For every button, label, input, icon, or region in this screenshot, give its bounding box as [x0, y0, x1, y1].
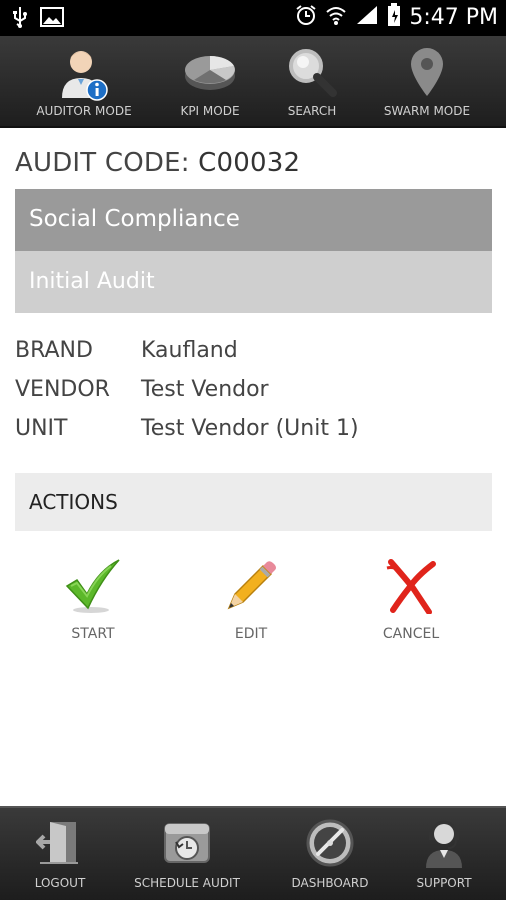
usb-icon: [12, 6, 28, 32]
checkmark-icon: [63, 558, 123, 618]
clock: 5:47 PM: [409, 4, 498, 30]
map-pin-icon: [407, 36, 447, 104]
image-icon: [40, 7, 64, 31]
start-label: START: [71, 626, 115, 642]
status-bar: 5:47 PM: [0, 0, 506, 36]
bottom-toolbar: LOGOUT SCHEDULE AUDIT DASHBOARD SUPPORT: [0, 806, 506, 900]
red-x-icon: [383, 558, 439, 618]
auditor-icon: [59, 36, 109, 106]
detail-value: Test Vendor (Unit 1): [141, 416, 359, 441]
audit-subtype-band: Initial Audit: [15, 251, 492, 313]
support-headset-icon: [420, 808, 468, 874]
audit-subtype: Initial Audit: [29, 269, 155, 294]
dashboard-gauge-icon: [304, 808, 356, 872]
auditor-mode-button[interactable]: AUDITOR MODE: [24, 36, 144, 128]
alarm-icon: [295, 4, 317, 30]
search-button[interactable]: SEARCH: [262, 36, 362, 128]
audit-type: Social Compliance: [29, 206, 240, 232]
pie-chart-icon: [182, 36, 238, 100]
detail-value: Kaufland: [141, 338, 238, 363]
search-label: SEARCH: [287, 104, 337, 118]
audit-code: AUDIT CODE: C00032: [15, 148, 300, 178]
logout-label: LOGOUT: [34, 876, 86, 890]
audit-type-band: Social Compliance: [15, 189, 492, 251]
edit-label: EDIT: [234, 626, 268, 642]
schedule-audit-label: SCHEDULE AUDIT: [134, 876, 240, 890]
detail-key: UNIT: [15, 416, 68, 441]
edit-button[interactable]: EDIT: [196, 558, 306, 658]
actions-title: ACTIONS: [29, 490, 118, 514]
support-button[interactable]: SUPPORT: [402, 808, 486, 900]
actions-header: ACTIONS: [15, 473, 492, 531]
detail-key: BRAND: [15, 338, 93, 363]
search-icon: [286, 36, 338, 102]
support-label: SUPPORT: [416, 876, 472, 890]
top-toolbar: AUDITOR MODE KPI MODE SEARCH SWARM MODE: [0, 36, 506, 128]
kpi-mode-button[interactable]: KPI MODE: [160, 36, 260, 128]
auditor-mode-label: AUDITOR MODE: [36, 104, 132, 118]
kpi-mode-label: KPI MODE: [180, 104, 240, 118]
audit-code-label: AUDIT CODE:: [15, 148, 190, 178]
cancel-button[interactable]: CANCEL: [356, 558, 466, 658]
detail-value: Test Vendor: [141, 377, 269, 402]
battery-icon: [387, 3, 401, 31]
pencil-icon: [223, 558, 279, 618]
schedule-audit-button[interactable]: SCHEDULE AUDIT: [128, 808, 246, 900]
signal-icon: [355, 4, 379, 30]
swarm-mode-label: SWARM MODE: [383, 104, 471, 118]
detail-key: VENDOR: [15, 377, 110, 402]
start-button[interactable]: START: [38, 558, 148, 658]
audit-code-value: C00032: [198, 148, 301, 178]
dashboard-label: DASHBOARD: [291, 876, 369, 890]
logout-door-icon: [35, 808, 84, 870]
wifi-icon: [325, 4, 347, 30]
swarm-mode-button[interactable]: SWARM MODE: [372, 36, 482, 128]
cancel-label: CANCEL: [382, 626, 440, 642]
logout-button[interactable]: LOGOUT: [20, 808, 100, 900]
schedule-icon: [161, 808, 213, 870]
dashboard-button[interactable]: DASHBOARD: [280, 808, 380, 900]
